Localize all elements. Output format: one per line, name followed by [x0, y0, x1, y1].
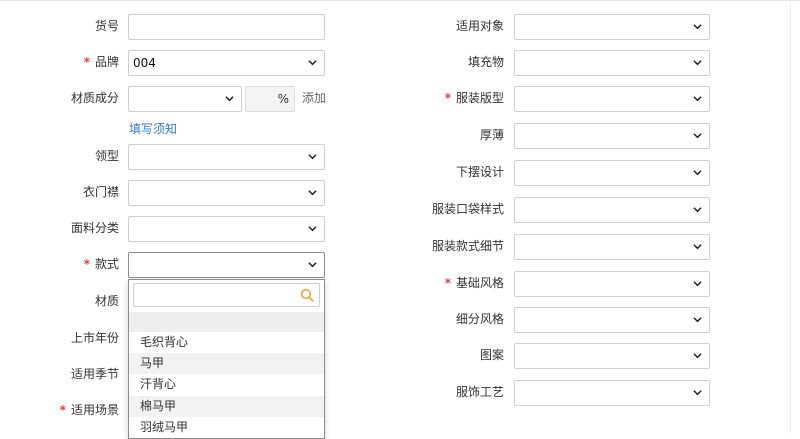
- label-placket: 衣门襟: [82, 185, 119, 199]
- dropdown-option[interactable]: 羽绒马甲: [129, 417, 324, 438]
- chevron-down-icon: [693, 24, 702, 30]
- chevron-down-icon: [693, 317, 702, 323]
- dropdown-option[interactable]: 毛织背心: [129, 332, 324, 353]
- dropdown-empty-option[interactable]: [129, 312, 324, 332]
- sub-style-select[interactable]: [514, 307, 710, 333]
- label-collar-type: 领型: [94, 149, 119, 163]
- label-pattern: 图案: [479, 348, 504, 362]
- label-material: 材质: [94, 294, 119, 308]
- item-number-input[interactable]: [128, 14, 325, 40]
- top-divider: [0, 0, 800, 1]
- fabric-category-select[interactable]: [128, 216, 325, 242]
- chevron-down-icon: [308, 262, 317, 268]
- label-material-composition: 材质成分: [70, 91, 119, 105]
- target-audience-select[interactable]: [514, 14, 710, 40]
- chevron-down-icon: [693, 390, 702, 396]
- percent-input[interactable]: %: [245, 86, 295, 112]
- chevron-down-icon: [693, 353, 702, 359]
- label-fabric-category: 面料分类: [70, 221, 119, 235]
- dropdown-option[interactable]: 马甲: [129, 353, 324, 374]
- chevron-down-icon: [308, 190, 317, 196]
- label-item-number: 货号: [94, 19, 119, 33]
- chevron-down-icon: [693, 96, 702, 102]
- required-mark: *: [444, 276, 451, 290]
- required-mark: *: [83, 257, 90, 271]
- brand-select[interactable]: 004: [128, 50, 325, 76]
- pattern-select[interactable]: [514, 343, 710, 369]
- placket-select[interactable]: [128, 180, 325, 206]
- collar-type-select[interactable]: [128, 144, 325, 170]
- style-dropdown-panel: 毛织背心 马甲 汗背心 棉马甲 羽绒马甲: [128, 279, 325, 439]
- dropdown-option[interactable]: 棉马甲: [129, 396, 324, 417]
- filling-select[interactable]: [514, 50, 710, 76]
- required-mark: *: [83, 55, 90, 69]
- dropdown-search-input[interactable]: [133, 283, 320, 307]
- label-filling: 填充物: [467, 55, 504, 69]
- label-hem-design: 下摆设计: [455, 165, 504, 179]
- chevron-down-icon: [693, 170, 702, 176]
- required-mark: *: [59, 403, 66, 417]
- style-detail-select[interactable]: [514, 234, 710, 260]
- add-composition-link[interactable]: 添加: [302, 86, 326, 110]
- fit-select[interactable]: [514, 86, 710, 112]
- label-style: * 款式: [83, 257, 119, 271]
- craft-select[interactable]: [514, 380, 710, 406]
- material-composition-select[interactable]: [128, 86, 242, 112]
- chevron-down-icon: [693, 133, 702, 139]
- chevron-down-icon: [693, 244, 702, 250]
- label-style-detail: 服装款式细节: [431, 239, 504, 253]
- chevron-down-icon: [308, 154, 317, 160]
- style-select[interactable]: [128, 252, 325, 278]
- label-sub-style: 细分风格: [455, 312, 504, 326]
- dropdown-option[interactable]: 汗背心: [129, 374, 324, 395]
- label-craft: 服饰工艺: [455, 385, 504, 399]
- label-release-year: 上市年份: [70, 331, 119, 345]
- label-thickness: 厚薄: [479, 128, 504, 142]
- label-scene: * 适用场景: [59, 403, 119, 417]
- chevron-down-icon: [693, 207, 702, 213]
- right-divider: [790, 0, 791, 433]
- thickness-select[interactable]: [514, 123, 710, 149]
- label-target-audience: 适用对象: [455, 19, 504, 33]
- label-basic-style: * 基础风格: [444, 276, 504, 290]
- chevron-down-icon: [308, 226, 317, 232]
- basic-style-select[interactable]: [514, 271, 710, 297]
- label-brand: * 品牌: [83, 55, 119, 69]
- chevron-down-icon: [308, 60, 317, 66]
- hem-design-select[interactable]: [514, 160, 710, 186]
- pocket-style-select[interactable]: [514, 197, 710, 223]
- label-pocket-style: 服装口袋样式: [431, 202, 504, 216]
- fill-instructions-link[interactable]: 填写须知: [129, 120, 177, 138]
- label-fit: * 服装版型: [444, 91, 504, 105]
- search-icon: [300, 288, 314, 302]
- chevron-down-icon: [693, 60, 702, 66]
- chevron-down-icon: [693, 281, 702, 287]
- label-season: 适用季节: [70, 367, 119, 381]
- brand-value: 004: [133, 56, 156, 70]
- chevron-down-icon: [225, 96, 234, 102]
- required-mark: *: [444, 91, 451, 105]
- percent-sign: %: [277, 92, 289, 106]
